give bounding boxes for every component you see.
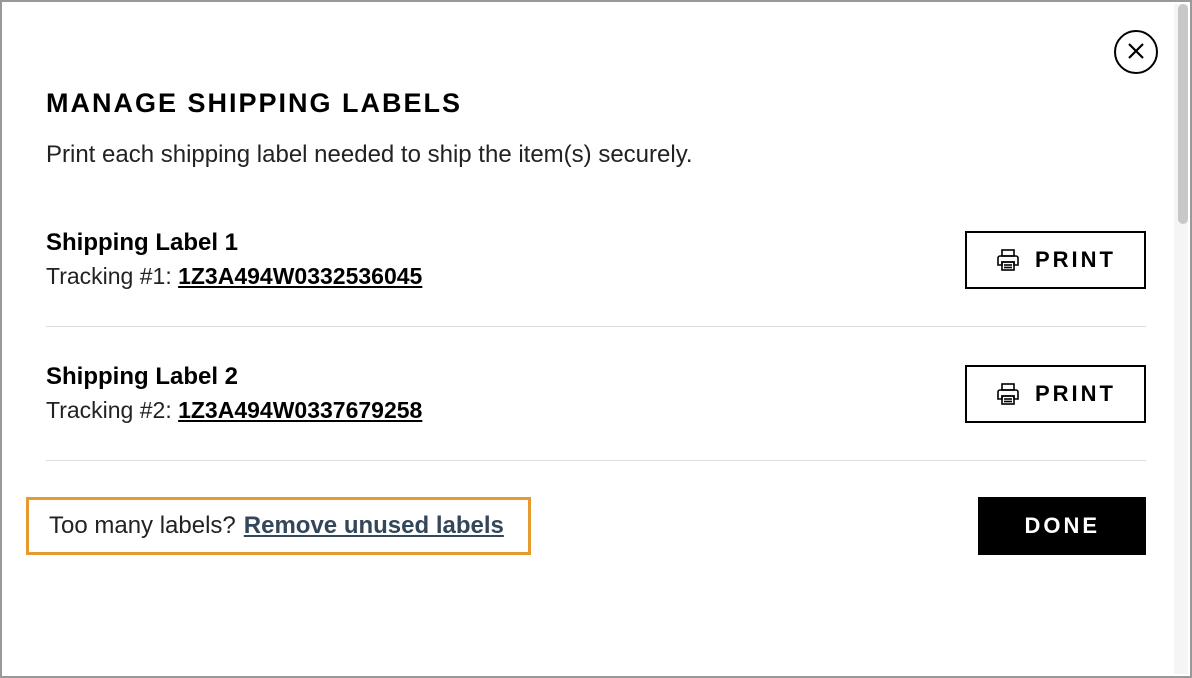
tracking-number-link[interactable]: 1Z3A494W0337679258	[178, 397, 422, 423]
manage-shipping-labels-modal: MANAGE SHIPPING LABELS Print each shippi…	[2, 2, 1190, 595]
close-icon	[1126, 41, 1146, 64]
close-button[interactable]	[1114, 30, 1158, 74]
shipping-label-name: Shipping Label 2	[46, 363, 965, 391]
printer-icon	[995, 247, 1021, 273]
tracking-prefix: Tracking #1:	[46, 263, 178, 289]
tracking-line: Tracking #1: 1Z3A494W0332536045	[46, 263, 965, 290]
scrollbar-thumb[interactable]	[1178, 4, 1188, 224]
shipping-label-info: Shipping Label 1 Tracking #1: 1Z3A494W03…	[46, 229, 965, 290]
print-button-label: PRINT	[1035, 381, 1116, 407]
tracking-line: Tracking #2: 1Z3A494W0337679258	[46, 397, 965, 424]
done-button[interactable]: DONE	[978, 497, 1146, 555]
shipping-label-info: Shipping Label 2 Tracking #2: 1Z3A494W03…	[46, 363, 965, 424]
modal-title: MANAGE SHIPPING LABELS	[46, 88, 1146, 119]
modal-subtitle: Print each shipping label needed to ship…	[46, 141, 1146, 169]
shipping-label-row: Shipping Label 2 Tracking #2: 1Z3A494W03…	[46, 363, 1146, 461]
printer-icon	[995, 381, 1021, 407]
print-button[interactable]: PRINT	[965, 231, 1146, 289]
shipping-label-name: Shipping Label 1	[46, 229, 965, 257]
tracking-number-link[interactable]: 1Z3A494W0332536045	[178, 263, 422, 289]
modal-footer: Too many labels? Remove unused labels DO…	[46, 497, 1146, 555]
remove-labels-highlight: Too many labels? Remove unused labels	[26, 497, 531, 555]
tracking-prefix: Tracking #2:	[46, 397, 178, 423]
too-many-labels-text: Too many labels?	[49, 512, 236, 540]
remove-unused-labels-link[interactable]: Remove unused labels	[244, 512, 504, 540]
print-button-label: PRINT	[1035, 247, 1116, 273]
shipping-label-row: Shipping Label 1 Tracking #1: 1Z3A494W03…	[46, 229, 1146, 327]
print-button[interactable]: PRINT	[965, 365, 1146, 423]
